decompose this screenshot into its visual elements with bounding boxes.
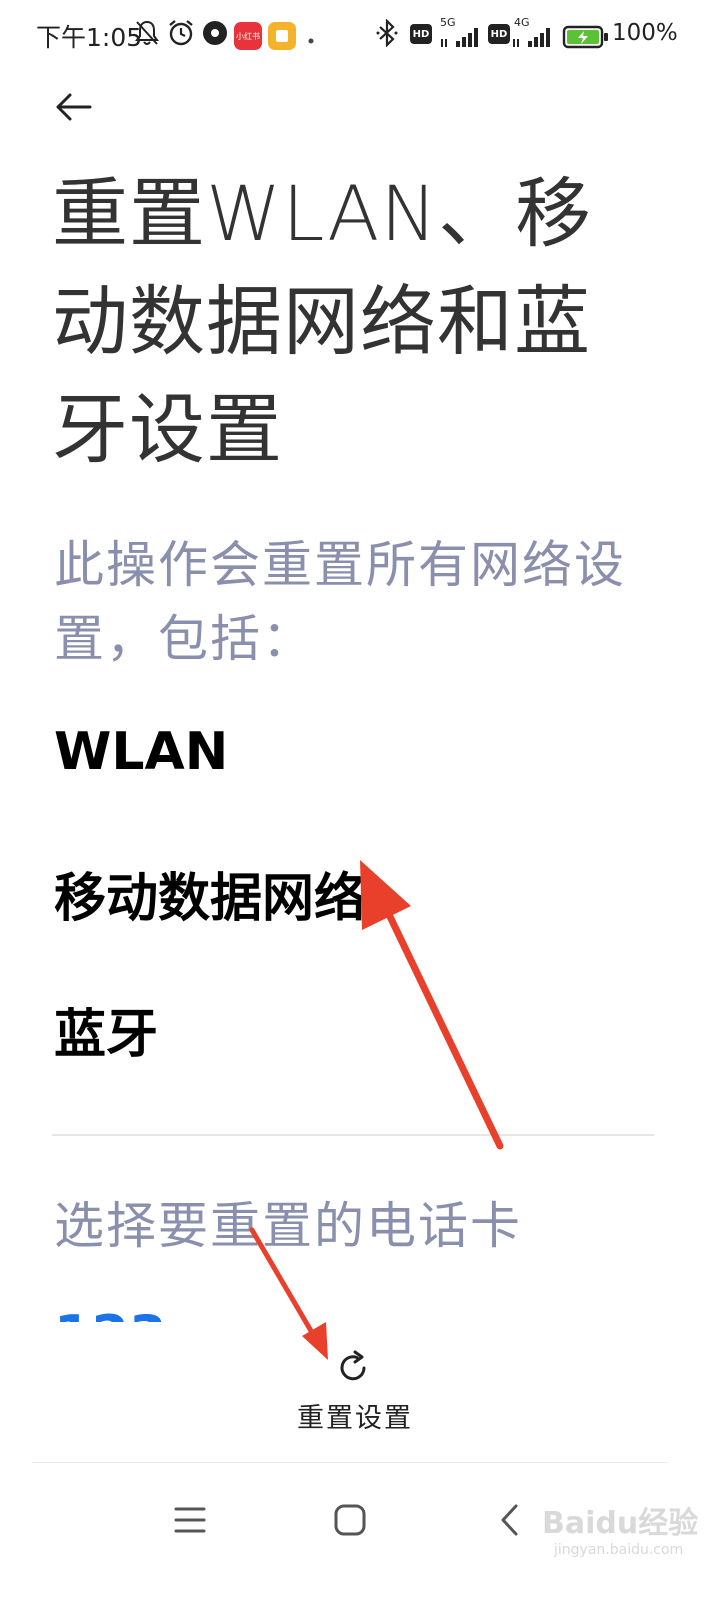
status-time: 下午1:05 [36, 23, 143, 52]
hd-badge: HD [410, 24, 432, 44]
red-app-icon: 小红书 [234, 22, 262, 50]
back-icon [501, 1504, 518, 1536]
watermark-brand: Baidu经验 [542, 1506, 699, 1541]
back-button[interactable] [44, 80, 104, 134]
refresh-icon [340, 1350, 366, 1381]
list-item-mobile-data: 移动数据网络 [54, 869, 367, 929]
bluetooth-icon [376, 18, 398, 48]
home-icon [334, 1504, 366, 1536]
status-bar: 下午1:05 小红书 HD 5G HD 4G 100% [0, 0, 720, 72]
mute-bell-icon [134, 18, 160, 48]
bottom-divider [32, 1462, 668, 1463]
signal-icon-2 [512, 22, 554, 52]
menu-icon [174, 1507, 206, 1533]
nav-menu-button[interactable] [160, 1490, 220, 1550]
baidu-watermark: Baidu经验 jingyan.baidu.com [540, 1490, 710, 1570]
back-arrow-icon [56, 93, 92, 121]
sim-option-peek[interactable]: 123 [54, 1306, 194, 1322]
list-item-bluetooth: 蓝牙 [54, 1005, 159, 1065]
more-dot-icon [308, 26, 314, 56]
sim-section-label: 选择要重置的电话卡 [54, 1197, 522, 1255]
battery-percent: 100% [612, 20, 678, 46]
nav-back-button[interactable] [480, 1490, 540, 1550]
section-divider [52, 1134, 654, 1136]
nav-home-button[interactable] [320, 1490, 380, 1550]
signal-icon [440, 22, 482, 52]
reset-settings-label: 重置设置 [297, 1403, 413, 1434]
reset-settings-button[interactable]: 重置设置 [270, 1340, 440, 1440]
hd-badge-2: HD [488, 24, 510, 44]
reset-description: 此操作会重置所有网络设置，包括： [54, 536, 626, 668]
annotation-arrow-1 [360, 860, 504, 1150]
page-title: 重置WLAN、移动数据网络和蓝牙设置 [52, 169, 593, 474]
alarm-icon [167, 18, 195, 48]
circle-app-icon [202, 18, 228, 48]
watermark-url: jingyan.baidu.com [554, 1542, 684, 1558]
battery-icon [562, 22, 610, 52]
yellow-app-icon [268, 22, 296, 50]
list-item-wlan: WLAN [54, 722, 229, 782]
